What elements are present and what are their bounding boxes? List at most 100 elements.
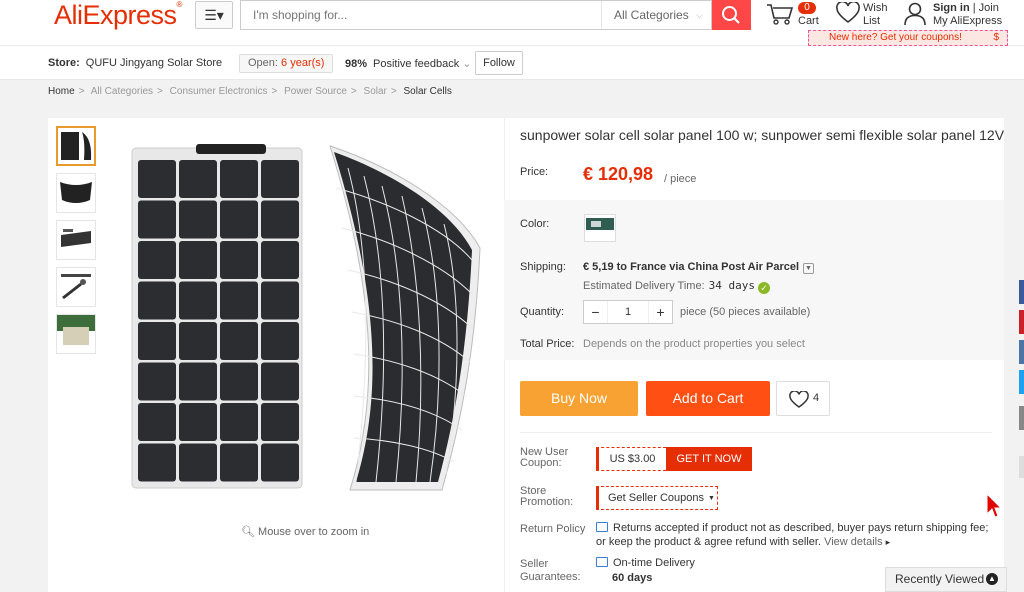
wish-count: 4 — [813, 392, 820, 404]
breadcrumb-solar-cells[interactable]: Solar Cells — [404, 86, 452, 97]
cart-label: Cart — [798, 15, 819, 27]
wish-list-link[interactable]: Wish List — [836, 0, 896, 30]
solar-cell — [138, 443, 176, 482]
thumbnail-5[interactable] — [56, 314, 96, 354]
aliexpress-logo[interactable]: AliExpress® — [54, 0, 182, 31]
solar-cell — [179, 241, 217, 279]
follow-button[interactable]: Follow — [475, 51, 523, 75]
breadcrumb-consumer-electronics[interactable]: Consumer Electronics — [170, 86, 268, 97]
add-to-cart-button[interactable]: Add to Cart — [646, 381, 770, 416]
seller-coupons-dropdown[interactable]: Get Seller Coupons ▼ — [596, 486, 718, 510]
menu-icon: ☰▾ — [204, 7, 224, 23]
solar-cell — [220, 200, 258, 239]
solar-panel-image — [131, 144, 481, 491]
seller-guarantees-label: Seller Guarantees: — [520, 558, 581, 583]
search-button[interactable] — [712, 0, 751, 30]
return-policy-label: Return Policy — [520, 523, 586, 535]
share-twitter-button[interactable] — [1019, 370, 1024, 394]
buy-now-button[interactable]: Buy Now — [520, 381, 638, 416]
solar-cell — [261, 322, 299, 360]
category-menu-button[interactable]: ☰▾ — [195, 1, 233, 29]
view-details-link[interactable]: View details ▸ — [824, 536, 890, 548]
breadcrumb-all-categories[interactable]: All Categories — [91, 86, 153, 97]
solar-cell — [261, 362, 299, 401]
solar-cell — [138, 241, 176, 279]
solar-cell — [179, 281, 217, 320]
share-facebook-button[interactable] — [1019, 280, 1024, 304]
sign-in-link[interactable]: Sign in — [933, 2, 970, 14]
share-other-button[interactable] — [1019, 406, 1024, 430]
solar-cell — [220, 281, 258, 320]
chevron-down-icon: ▼ — [708, 495, 715, 502]
horizontal-divider — [520, 432, 992, 433]
search-category-label: All Categories — [614, 8, 689, 22]
solar-cell — [220, 443, 258, 482]
breadcrumb-solar[interactable]: Solar — [364, 86, 387, 97]
product-main-image[interactable] — [128, 144, 488, 496]
solar-cell — [261, 281, 299, 320]
solar-cell — [261, 200, 299, 239]
thumbnail-1[interactable] — [56, 126, 96, 166]
breadcrumb-power-source[interactable]: Power Source — [284, 86, 347, 97]
quantity-stepper: − 1 + — [583, 300, 673, 324]
share-more-button[interactable] — [1019, 456, 1024, 478]
chevron-down-icon[interactable]: ▼ — [803, 263, 815, 274]
price-value: € 120,98 — [583, 164, 654, 184]
shipping-value[interactable]: € 5,19 to France via China Post Air Parc… — [583, 261, 815, 274]
search-box: All Categories ⌵ — [240, 0, 712, 30]
solar-cell — [138, 160, 176, 198]
quantity-available: piece (50 pieces available) — [680, 306, 811, 318]
solar-cell — [220, 160, 258, 198]
solar-cell — [220, 403, 258, 441]
heart-icon — [789, 391, 809, 408]
total-price-label: Total Price: — [520, 338, 575, 350]
zoom-hint: 🔍︎ Mouse over to zoom in — [241, 526, 370, 538]
solar-panel-thumb — [61, 229, 91, 247]
color-swatch-image — [586, 218, 614, 230]
thumbnail-list — [56, 126, 96, 361]
search-input[interactable] — [241, 1, 601, 29]
price-label: Price: — [520, 166, 549, 178]
new-user-coupon-banner[interactable]: New here? Get your coupons! $ — [808, 30, 1008, 46]
account-menu[interactable]: Sign in | Join My AliExpress — [904, 2, 1014, 30]
positive-feedback[interactable]: 98% Positive feedback ⌄ — [345, 57, 472, 70]
seller-guarantee: On-time Delivery 60 days — [596, 556, 695, 586]
thumbnail-2[interactable] — [56, 173, 96, 213]
share-pinterest-button[interactable] — [1019, 310, 1024, 334]
color-swatch[interactable] — [584, 214, 616, 242]
solar-cell — [261, 403, 299, 441]
wish-list-label: Wish List — [863, 2, 888, 27]
search-category-select[interactable]: All Categories ⌵ — [601, 1, 713, 29]
solar-cell — [220, 241, 258, 279]
get-coupon-button[interactable]: GET IT NOW — [666, 447, 752, 471]
cart-icon — [767, 4, 794, 25]
quantity-input[interactable]: 1 — [608, 301, 648, 323]
share-vk-button[interactable] — [1019, 340, 1024, 364]
solar-cell — [138, 281, 176, 320]
solar-panel-thumb — [57, 315, 95, 345]
store-bar: Store: QUFU Jingyang Solar Store Open: 6 … — [0, 46, 1024, 80]
solar-cell — [179, 403, 217, 441]
return-icon — [596, 522, 608, 532]
breadcrumb-home[interactable]: Home — [48, 86, 75, 97]
join-link[interactable]: Join — [979, 2, 999, 14]
magnifier-icon: 🔍︎ — [241, 526, 255, 538]
thumbnail-4[interactable] — [56, 267, 96, 307]
solar-cell — [138, 362, 176, 401]
add-to-wishlist-button[interactable]: 4 — [776, 381, 830, 416]
shipping-label: Shipping: — [520, 261, 566, 273]
price-unit: / piece — [664, 173, 697, 185]
solar-cell — [138, 200, 176, 239]
quantity-decrease-button[interactable]: − — [584, 301, 608, 323]
thumbnail-3[interactable] — [56, 220, 96, 260]
cart-link[interactable]: 0 Cart — [766, 2, 826, 30]
quantity-increase-button[interactable]: + — [648, 301, 672, 323]
store-name[interactable]: Store: QUFU Jingyang Solar Store — [48, 57, 222, 69]
my-aliexpress-link[interactable]: My AliExpress — [933, 15, 1002, 27]
solar-cell — [138, 403, 176, 441]
top-header: AliExpress® ☰▾ All Categories ⌵ 0 Cart W… — [0, 0, 1024, 46]
recently-viewed-tab[interactable]: Recently Viewed ▲ — [885, 567, 1007, 592]
return-policy-text: Returns accepted if product not as descr… — [596, 522, 989, 548]
sign-in-join[interactable]: Sign in | Join — [933, 2, 999, 14]
delivery-time: Estimated Delivery Time: 34 days ✓ — [583, 279, 771, 294]
